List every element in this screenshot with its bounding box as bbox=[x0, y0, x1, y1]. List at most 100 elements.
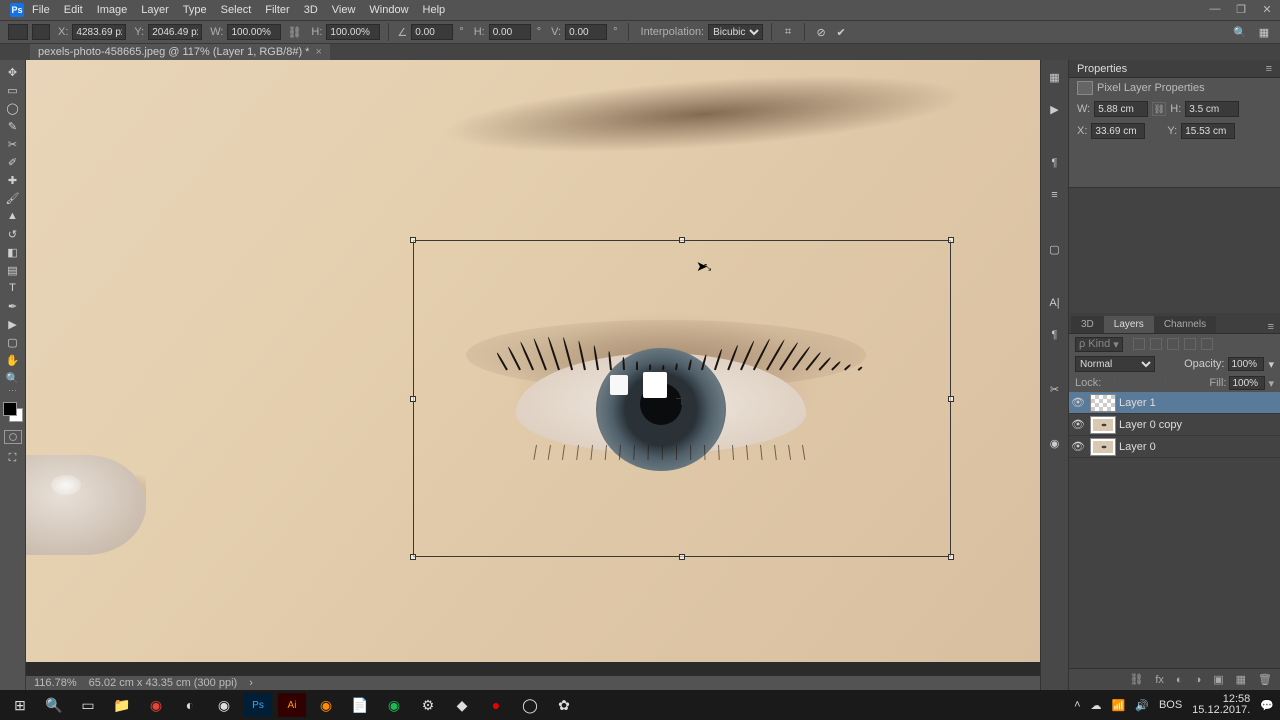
paragraph-icon[interactable]: ¶ bbox=[1046, 326, 1064, 344]
layer-name[interactable]: Layer 0 copy bbox=[1119, 419, 1182, 431]
adjustment-layer-icon[interactable]: ◑ bbox=[1195, 674, 1202, 686]
status-arrow-icon[interactable]: › bbox=[249, 677, 253, 689]
x-input[interactable] bbox=[72, 24, 126, 40]
handle-bl[interactable] bbox=[410, 554, 416, 560]
workspace-icon[interactable]: ▦ bbox=[1256, 24, 1272, 40]
zoom-readout[interactable]: 116.78% bbox=[34, 677, 77, 689]
character-icon[interactable]: A| bbox=[1046, 294, 1064, 312]
tray-clock[interactable]: 12:5815.12.2017. bbox=[1192, 694, 1250, 716]
panel-menu-icon[interactable]: ≡ bbox=[1268, 321, 1274, 333]
menu-edit[interactable]: Edit bbox=[64, 4, 83, 16]
menu-file[interactable]: File bbox=[32, 4, 50, 16]
layer-thumbnail[interactable] bbox=[1090, 438, 1116, 456]
menu-select[interactable]: Select bbox=[221, 4, 252, 16]
tab-layers[interactable]: Layers bbox=[1104, 316, 1154, 333]
group-icon[interactable]: ▣ bbox=[1213, 673, 1223, 686]
w-input[interactable] bbox=[227, 24, 281, 40]
screen-mode-icon[interactable]: ⛶ bbox=[2, 450, 24, 466]
explorer-icon[interactable]: 📁 bbox=[108, 693, 136, 717]
handle-mr[interactable] bbox=[948, 396, 954, 402]
menu-layer[interactable]: Layer bbox=[141, 4, 169, 16]
tool-preset-icon[interactable] bbox=[8, 24, 28, 40]
spotify-icon[interactable]: ◉ bbox=[380, 693, 408, 717]
app-icon-6[interactable]: ◯ bbox=[516, 693, 544, 717]
gradient-tool[interactable]: ▤ bbox=[2, 262, 24, 278]
libraries-icon[interactable]: ▢ bbox=[1046, 240, 1064, 258]
close-tab-icon[interactable]: × bbox=[315, 46, 321, 58]
search-icon[interactable]: 🔍 bbox=[1232, 24, 1248, 40]
menu-image[interactable]: Image bbox=[97, 4, 128, 16]
tray-chevron-icon[interactable]: ˄ bbox=[1074, 699, 1080, 711]
canvas[interactable]: ➤ 116.78% 65.02 cm x 43.35 cm (300 ppi) … bbox=[26, 60, 1040, 690]
layer-thumbnail[interactable] bbox=[1090, 394, 1116, 412]
hand-tool[interactable]: ✋ bbox=[2, 352, 24, 368]
actions-icon[interactable]: ▶ bbox=[1046, 100, 1064, 118]
layer-fx-icon[interactable]: fx bbox=[1155, 674, 1164, 686]
y-input[interactable] bbox=[148, 24, 202, 40]
lock-all-icon[interactable] bbox=[1164, 377, 1176, 389]
pen-tool[interactable]: ✒ bbox=[2, 298, 24, 314]
angle-input[interactable] bbox=[411, 24, 453, 40]
warp-mode-icon[interactable]: ⌗ bbox=[780, 24, 796, 40]
lock-position-icon[interactable] bbox=[1134, 377, 1146, 389]
prop-x-input[interactable] bbox=[1091, 123, 1145, 139]
new-layer-icon[interactable]: ▦ bbox=[1236, 673, 1246, 686]
menu-help[interactable]: Help bbox=[423, 4, 446, 16]
tray-wifi-icon[interactable]: 📶 bbox=[1112, 699, 1126, 712]
app-icon-4[interactable]: ⚙ bbox=[414, 693, 442, 717]
chrome-icon[interactable]: ◉ bbox=[142, 693, 170, 717]
styles-icon[interactable]: ◉ bbox=[1046, 434, 1064, 452]
app-icon-2[interactable]: ◉ bbox=[312, 693, 340, 717]
tab-channels[interactable]: Channels bbox=[1154, 316, 1216, 333]
move-tool[interactable]: ✥ bbox=[2, 64, 24, 80]
photoshop-taskbar-icon[interactable]: Ps bbox=[244, 693, 272, 717]
quick-select-tool[interactable]: ✎ bbox=[2, 118, 24, 134]
app-icon-3[interactable]: 📄 bbox=[346, 693, 374, 717]
cancel-transform-icon[interactable]: ⊘ bbox=[813, 24, 829, 40]
prop-h-input[interactable] bbox=[1185, 101, 1239, 117]
link-wh-icon[interactable]: ⛓ bbox=[1152, 102, 1166, 116]
illustrator-icon[interactable]: Ai bbox=[278, 693, 306, 717]
filter-adjust-icon[interactable] bbox=[1150, 338, 1162, 350]
skew-v-input[interactable] bbox=[565, 24, 607, 40]
start-button[interactable]: ⊞ bbox=[6, 693, 34, 717]
adjustments-icon[interactable]: ✂ bbox=[1046, 380, 1064, 398]
tab-3d[interactable]: 3D bbox=[1071, 316, 1104, 333]
layer-name[interactable]: Layer 1 bbox=[1119, 397, 1156, 409]
menu-type[interactable]: Type bbox=[183, 4, 207, 16]
layer-mask-icon[interactable]: ◐ bbox=[1176, 674, 1183, 686]
window-minimize[interactable]: — bbox=[1207, 3, 1223, 15]
skew-h-input[interactable] bbox=[489, 24, 531, 40]
opacity-input[interactable] bbox=[1228, 357, 1264, 371]
menu-3d[interactable]: 3D bbox=[304, 4, 318, 16]
trash-icon[interactable]: 🗑 bbox=[1258, 673, 1272, 686]
menu-window[interactable]: Window bbox=[369, 4, 408, 16]
layer-row[interactable]: 👁Layer 0 bbox=[1069, 436, 1280, 458]
eyedropper-tool[interactable]: ✐ bbox=[2, 154, 24, 170]
history-brush-tool[interactable]: ↺ bbox=[2, 226, 24, 242]
link-layers-icon[interactable]: ⛓ bbox=[1129, 673, 1143, 686]
app-icon-1[interactable]: ◐ bbox=[176, 693, 204, 717]
window-restore[interactable]: ❐ bbox=[1233, 3, 1249, 15]
handle-bm[interactable] bbox=[679, 554, 685, 560]
h-input[interactable] bbox=[326, 24, 380, 40]
lock-artboard-icon[interactable] bbox=[1149, 377, 1161, 389]
handle-tr[interactable] bbox=[948, 237, 954, 243]
shape-tool[interactable]: ▢ bbox=[2, 334, 24, 350]
handle-ml[interactable] bbox=[410, 396, 416, 402]
kind-filter[interactable]: ρKind▾ bbox=[1075, 337, 1123, 352]
layer-row[interactable]: 👁 Layer 1 bbox=[1069, 392, 1280, 414]
type-tool[interactable]: T bbox=[2, 280, 24, 296]
interp-select[interactable]: Bicubic bbox=[708, 24, 763, 40]
crop-tool[interactable]: ✂ bbox=[2, 136, 24, 152]
filter-shape-icon[interactable] bbox=[1184, 338, 1196, 350]
transform-center[interactable] bbox=[676, 393, 688, 405]
handle-br[interactable] bbox=[948, 554, 954, 560]
visibility-icon[interactable]: 👁 bbox=[1069, 396, 1087, 409]
filter-pixel-icon[interactable] bbox=[1133, 338, 1145, 350]
lock-paint-icon[interactable] bbox=[1119, 377, 1131, 389]
lock-transparent-icon[interactable] bbox=[1104, 377, 1116, 389]
tray-volume-icon[interactable]: 🔊 bbox=[1135, 699, 1149, 712]
link-wh-icon[interactable]: ⛓ bbox=[285, 26, 303, 39]
transform-bounds[interactable] bbox=[413, 240, 951, 557]
